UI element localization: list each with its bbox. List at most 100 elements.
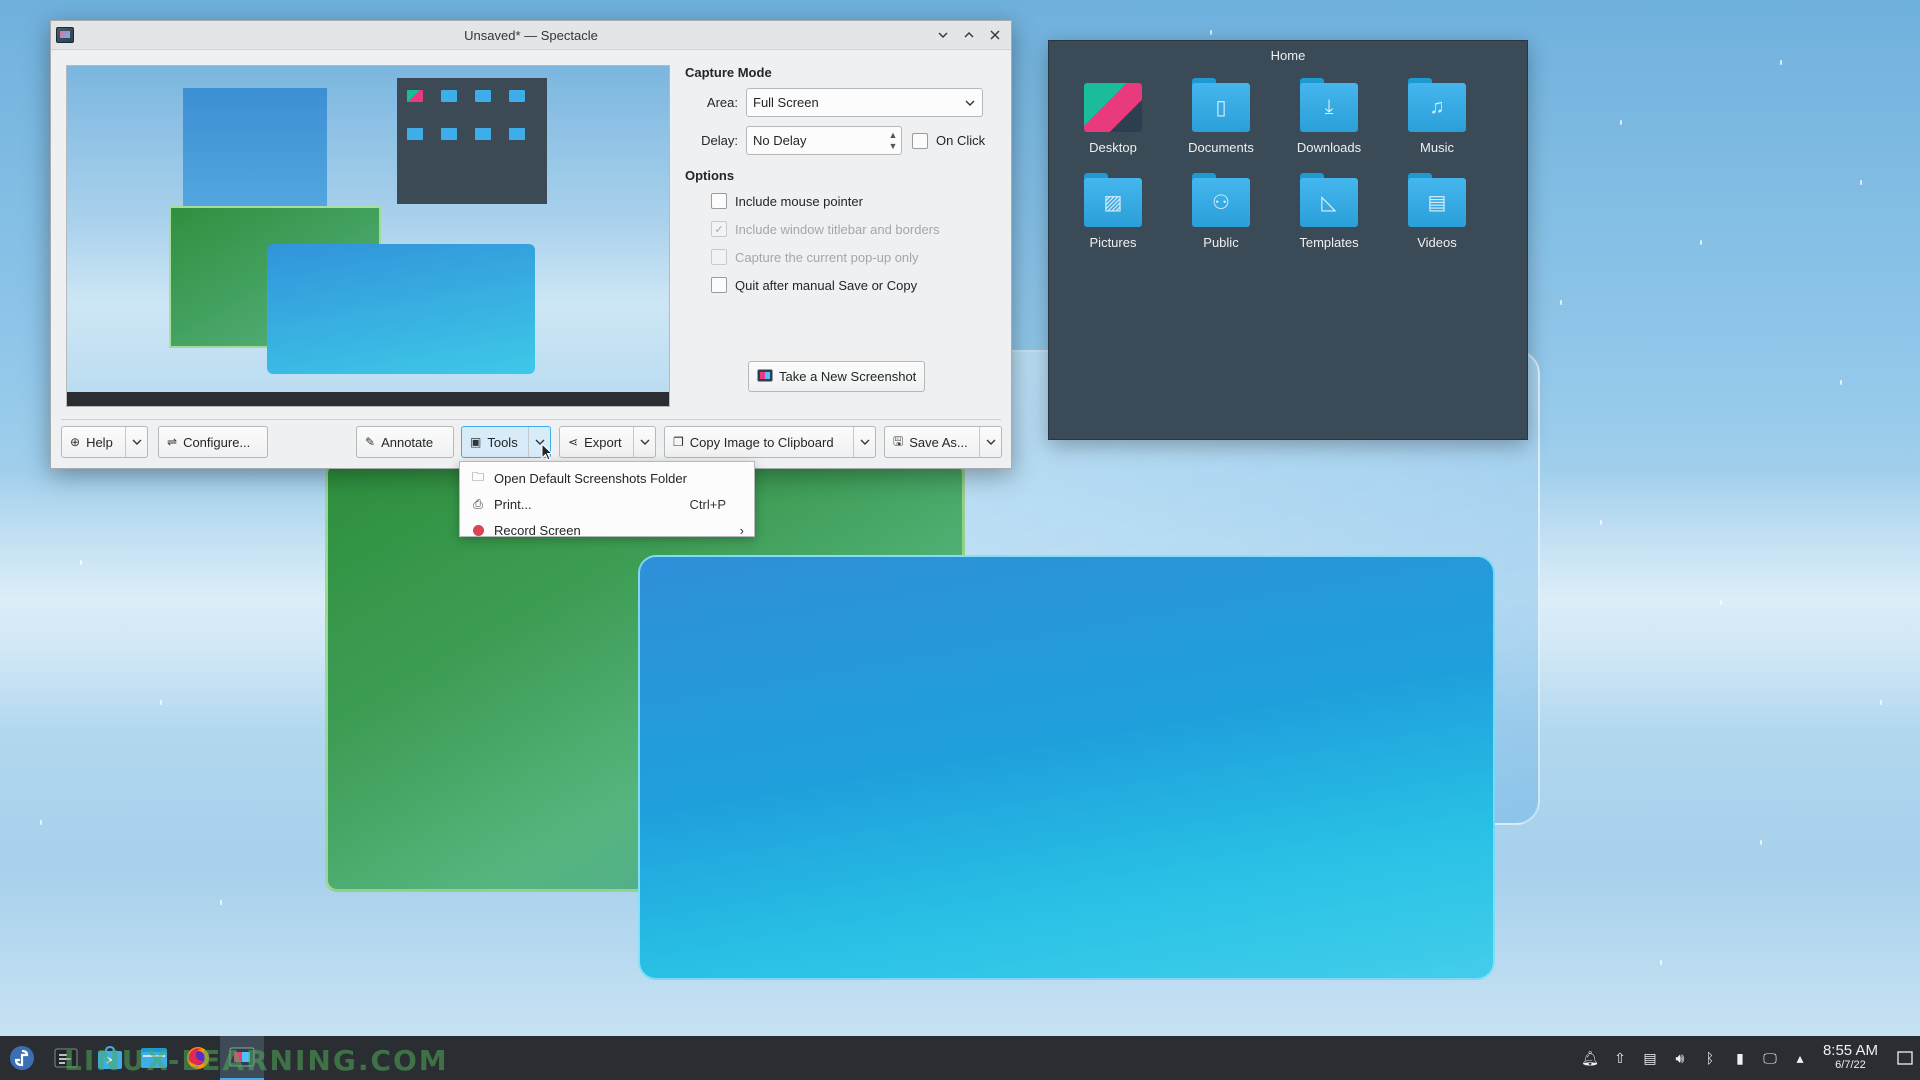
capture-mode-heading: Capture Mode [685,65,772,80]
application-launcher[interactable] [0,1036,44,1080]
chevron-down-icon [640,439,649,445]
options-heading: Options [685,168,735,183]
printer-icon: ⎙ [473,496,483,511]
show-desktop-button[interactable] [1890,1036,1920,1080]
on-click-checkbox[interactable] [912,132,928,149]
desktop-icon [1084,78,1142,132]
folder-music[interactable]: ♫ Music [1383,78,1491,155]
checkmark-icon: ✓ [711,221,727,237]
taskbar: LINUX-LEARNING.COM 🔔︎ ⇧ ▤ 🔊︎ ᛒ ▮ 🖵︎ ▴ 8:… [0,1036,1920,1080]
spin-down-icon[interactable]: ▼ [889,141,898,152]
folder-documents-icon: ▯ [1192,78,1250,132]
share-icon: ⋖ [568,435,579,449]
spectacle-icon [757,369,773,385]
option-label: Capture the current pop-up only [735,249,919,265]
copy-to-clipboard-button[interactable]: ❐ Copy Image to Clipboard [664,426,876,458]
folder-downloads[interactable]: ⤓ Downloads [1275,78,1383,155]
annotate-label: Annotate [381,434,434,450]
checkbox[interactable] [711,193,727,209]
option-label: Include window titlebar and borders [735,221,940,237]
folder-label: Documents [1188,140,1254,155]
window-titlebar[interactable]: Unsaved* — Spectacle [51,21,1011,50]
save-menu-arrow[interactable] [979,427,1001,457]
preview-home-popup [397,78,547,204]
delay-spinbox[interactable]: No Delay ▲ ▼ [746,126,902,155]
spectacle-window: Unsaved* — Spectacle Capture Mode Area: … [50,20,1012,469]
close-icon [990,30,1000,40]
folder-label: Music [1420,140,1454,155]
clock-time: 8:55 AM [1822,1042,1878,1059]
chevron-down-icon [132,439,141,445]
window-title: Unsaved* — Spectacle [464,27,598,43]
folder-public-icon: ⚇ [1192,173,1250,227]
toolbox-icon: ▣ [470,435,482,449]
watermark-text: LINUX-LEARNING.COM [64,1044,449,1077]
copy-icon: ❐ [673,435,684,449]
folder-label: Pictures [1089,235,1137,250]
annotate-button[interactable]: ✎ Annotate [356,426,454,458]
folder-label: Downloads [1296,140,1362,155]
help-button[interactable]: ⊕ Help [61,426,148,458]
help-menu-arrow[interactable] [125,427,147,457]
export-menu-arrow[interactable] [633,427,655,457]
tools-button[interactable]: ▣ Tools [461,426,551,458]
area-combobox[interactable]: Full Screen [746,88,983,117]
battery-icon[interactable]: ▮ [1725,1036,1755,1080]
record-icon [470,524,486,536]
export-button[interactable]: ⋖ Export [559,426,656,458]
tools-label: Tools [487,434,518,450]
volume-icon[interactable]: 🔊︎ [1665,1036,1695,1080]
folder-music-icon: ♫ [1408,78,1466,132]
option-quit-after-save[interactable]: Quit after manual Save or Copy [685,271,1001,299]
spectacle-app-icon[interactable] [56,27,74,43]
menu-item-record-screen[interactable]: Record Screen › [460,517,754,543]
take-new-screenshot-label: Take a New Screenshot [779,369,917,384]
close-button[interactable] [985,25,1005,45]
chevron-down-icon [986,439,995,445]
option-include-mouse-pointer[interactable]: Include mouse pointer [685,187,1001,215]
on-click-label: On Click [936,133,986,148]
capture-settings: Capture Mode Area: Full Screen Delay: No… [685,65,1001,299]
folder-videos-icon: ▤ [1408,173,1466,227]
spin-up-icon[interactable]: ▲ [889,130,898,141]
chevron-down-icon [965,100,975,106]
folder-pictures[interactable]: ▨ Pictures [1059,173,1167,250]
checkbox [711,249,727,265]
folder-videos[interactable]: ▤ Videos [1383,173,1491,250]
folder-documents[interactable]: ▯ Documents [1167,78,1275,155]
menu-item-open-folder[interactable]: 🗀 Open Default Screenshots Folder [460,465,754,491]
folder-templates[interactable]: ◺ Templates [1275,173,1383,250]
bluetooth-icon[interactable]: ᛒ [1695,1036,1725,1080]
folder-public[interactable]: ⚇ Public [1167,173,1275,250]
chevron-right-icon: › [739,522,744,538]
save-as-label: Save As... [909,434,968,450]
take-new-screenshot-button[interactable]: Take a New Screenshot [748,361,926,392]
configure-button[interactable]: ⇌ Configure... [158,426,268,458]
folder-pictures-icon: ▨ [1084,173,1142,227]
fedora-logo-icon [10,1046,34,1070]
chevron-down-icon [938,32,948,38]
minimize-button[interactable] [933,25,953,45]
tools-menu: 🗀 Open Default Screenshots Folder ⎙ Prin… [459,461,755,538]
delay-value: No Delay [753,133,807,148]
folder-downloads-icon: ⤓ [1300,78,1358,132]
clipboard-icon[interactable]: ▤ [1635,1036,1665,1080]
screenshot-preview[interactable] [66,65,670,407]
folder-label: Templates [1299,235,1359,250]
network-icon[interactable]: 🖵︎ [1755,1036,1785,1080]
notifications-icon[interactable]: 🔔︎ [1575,1036,1605,1080]
help-label: Help [86,434,113,450]
folder-desktop[interactable]: Desktop [1059,78,1167,155]
save-as-button[interactable]: 🖫 Save As... [884,426,1002,458]
expand-tray-icon[interactable]: ▴ [1785,1036,1815,1080]
maximize-button[interactable] [959,25,979,45]
updates-icon[interactable]: ⇧ [1605,1036,1635,1080]
delay-label: Delay: [701,133,738,148]
area-value: Full Screen [753,95,819,110]
checkbox[interactable] [711,277,727,293]
pencil-icon: ✎ [365,435,376,449]
menu-item-label: Print... [494,496,532,512]
digital-clock[interactable]: 8:55 AM 6/7/22 [1822,1042,1878,1072]
menu-item-print[interactable]: ⎙ Print... Ctrl+P [460,491,754,517]
copy-menu-arrow[interactable] [853,427,875,457]
